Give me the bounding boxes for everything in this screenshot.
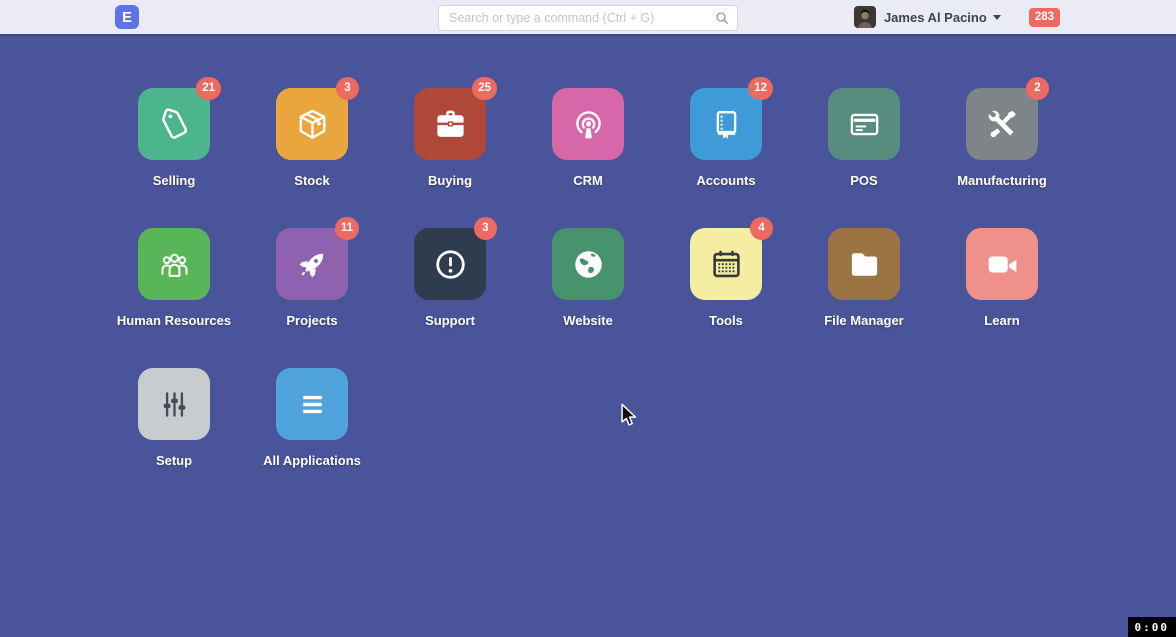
tools-crossed-icon <box>984 106 1021 143</box>
global-search <box>438 5 738 31</box>
module-tile-accounts[interactable]: 12 Accounts <box>657 88 795 188</box>
module-label: Selling <box>153 173 196 188</box>
notification-badge: 3 <box>336 77 359 100</box>
module-tile-tools[interactable]: 4 Tools <box>657 228 795 328</box>
credit-card-icon <box>846 106 883 143</box>
module-tile-projects[interactable]: 11 Projects <box>243 228 381 328</box>
notification-count-badge[interactable]: 283 <box>1029 8 1060 27</box>
module-label: File Manager <box>824 313 903 328</box>
hamburger-menu-icon <box>294 386 331 423</box>
calendar-icon <box>708 246 745 283</box>
app-logo[interactable]: E <box>115 5 139 29</box>
video-timestamp: 0:00 <box>1128 617 1176 637</box>
module-label: POS <box>850 173 877 188</box>
navbar-right: James Al Pacino 283 <box>854 6 1060 28</box>
module-tile-website[interactable]: Website <box>519 228 657 328</box>
module-tile-stock[interactable]: 3 Stock <box>243 88 381 188</box>
search-icon[interactable] <box>714 10 730 26</box>
module-label: Support <box>425 313 475 328</box>
module-label: Learn <box>984 313 1019 328</box>
module-tile-support[interactable]: 3 Support <box>381 228 519 328</box>
ledger-book-icon <box>708 106 745 143</box>
folder-icon <box>846 246 883 283</box>
broadcast-person-icon <box>570 106 607 143</box>
module-tile-manufacturing[interactable]: 2 Manufacturing <box>933 88 1071 188</box>
module-tile-learn[interactable]: Learn <box>933 228 1071 328</box>
module-tile-human-resources[interactable]: Human Resources <box>105 228 243 328</box>
video-camera-icon <box>984 246 1021 283</box>
module-label: Tools <box>709 313 743 328</box>
notification-badge: 3 <box>474 217 497 240</box>
module-label: Website <box>563 313 613 328</box>
module-tile-pos[interactable]: POS <box>795 88 933 188</box>
module-grid: 21 Selling 3 Stock 25 Buying CRM 12 Acco… <box>105 88 1071 508</box>
search-input[interactable] <box>438 5 738 31</box>
notification-badge: 2 <box>1026 77 1049 100</box>
box-icon <box>294 106 331 143</box>
module-label: Setup <box>156 453 192 468</box>
top-navbar: E James Al Pacino 283 <box>0 0 1176 36</box>
user-avatar[interactable] <box>854 6 876 28</box>
module-label: Stock <box>294 173 329 188</box>
briefcase-icon <box>432 106 469 143</box>
people-group-icon <box>156 246 193 283</box>
module-tile-selling[interactable]: 21 Selling <box>105 88 243 188</box>
sliders-icon <box>156 386 193 423</box>
module-label: Projects <box>286 313 337 328</box>
alert-circle-icon <box>432 246 469 283</box>
module-label: CRM <box>573 173 603 188</box>
module-tile-all-applications[interactable]: All Applications <box>243 368 381 468</box>
user-menu[interactable]: James Al Pacino <box>884 10 1001 25</box>
module-tile-buying[interactable]: 25 Buying <box>381 88 519 188</box>
user-name: James Al Pacino <box>884 10 987 25</box>
module-label: Buying <box>428 173 472 188</box>
tag-icon <box>156 106 193 143</box>
module-tile-crm[interactable]: CRM <box>519 88 657 188</box>
notification-badge: 25 <box>472 77 497 100</box>
module-label: All Applications <box>263 453 361 468</box>
module-tile-setup[interactable]: Setup <box>105 368 243 468</box>
module-label: Manufacturing <box>957 173 1047 188</box>
module-label: Accounts <box>696 173 755 188</box>
module-tile-file-manager[interactable]: File Manager <box>795 228 933 328</box>
chevron-down-icon <box>993 15 1001 20</box>
module-label: Human Resources <box>117 313 231 328</box>
notification-badge: 21 <box>196 77 221 100</box>
notification-badge: 4 <box>750 217 773 240</box>
notification-badge: 12 <box>748 77 773 100</box>
globe-icon <box>570 246 607 283</box>
notification-badge: 11 <box>335 217 359 240</box>
rocket-icon <box>294 246 331 283</box>
